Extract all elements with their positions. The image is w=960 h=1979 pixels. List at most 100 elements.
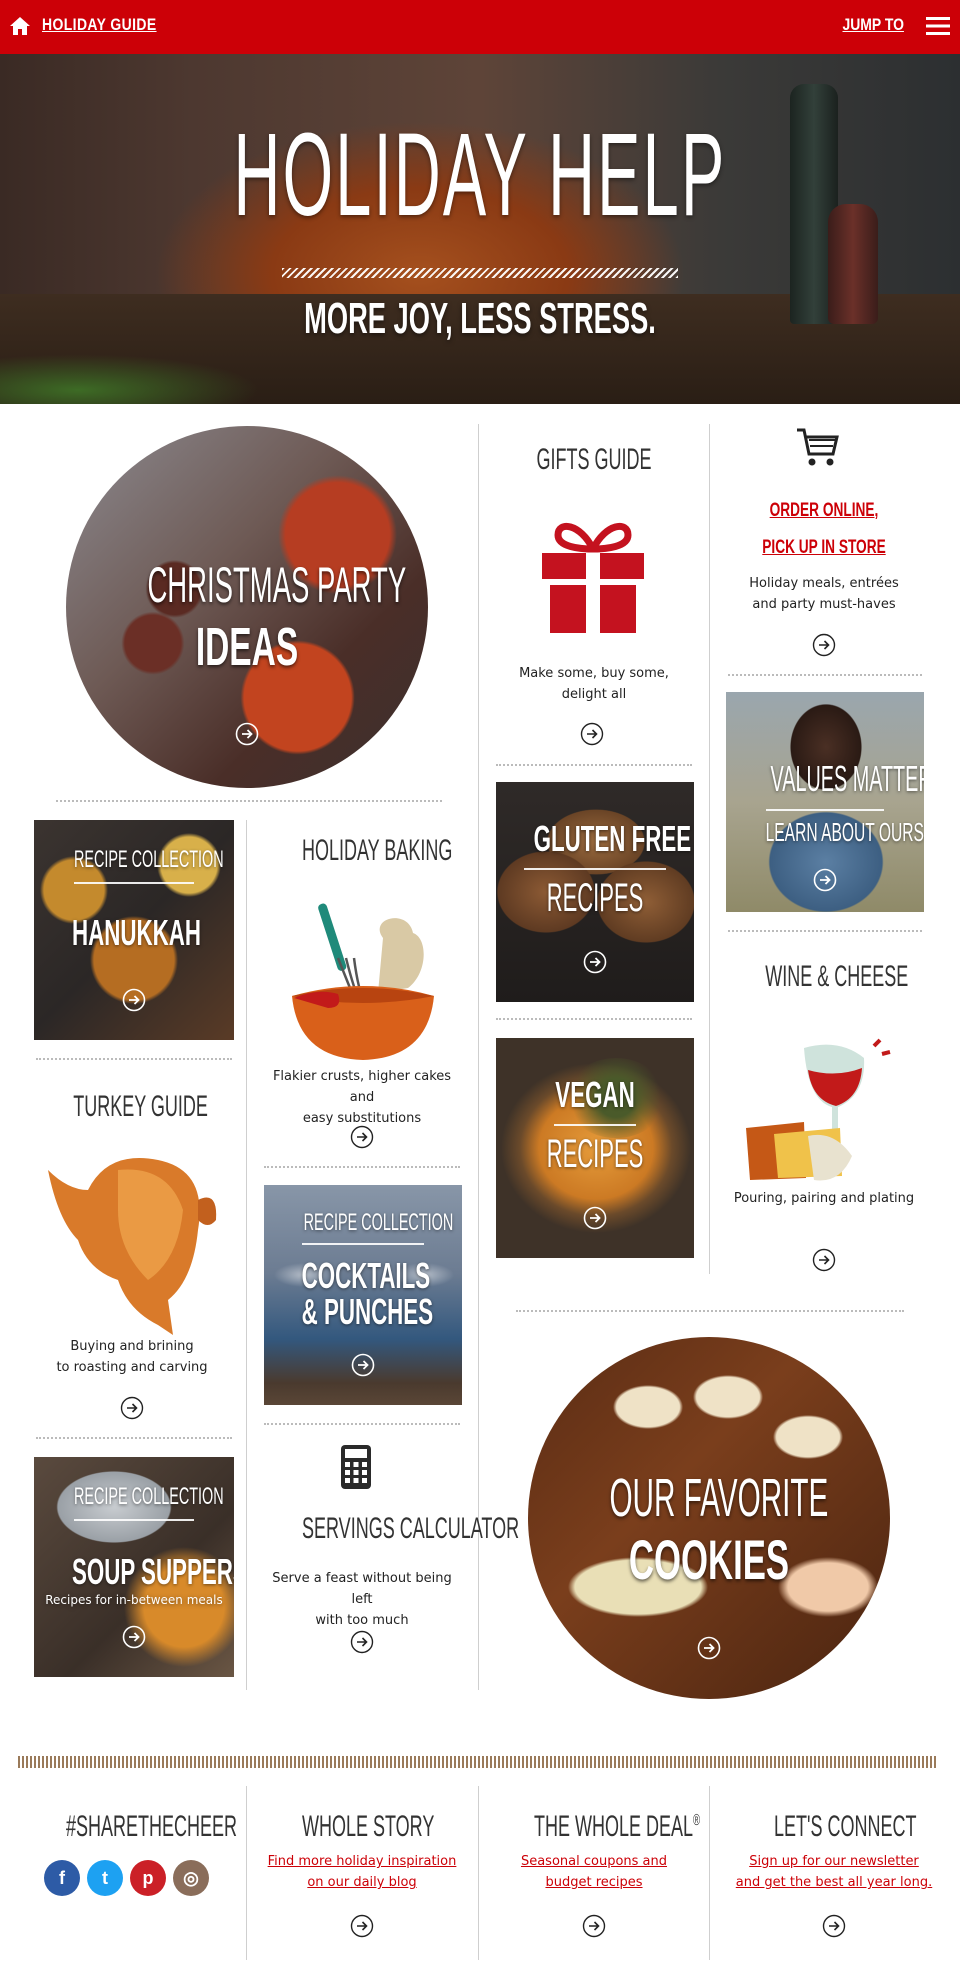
section-divider — [516, 1310, 904, 1312]
cart-icon[interactable] — [795, 426, 839, 468]
wine-caption: Pouring, pairing and plating — [733, 1191, 915, 1206]
cocktails-kicker: RECIPE COLLECTION — [303, 1209, 454, 1236]
arrow-right-icon[interactable] — [822, 1914, 846, 1938]
section-divider — [728, 930, 922, 932]
jump-to-link[interactable]: JUMP TO — [843, 15, 904, 35]
lets-connect-title[interactable]: LET'S CONNECT — [774, 1810, 916, 1844]
twitter-icon[interactable]: t — [87, 1860, 123, 1896]
arrow-right-icon[interactable] — [122, 988, 146, 1012]
pinterest-icon[interactable]: p — [130, 1860, 166, 1896]
arrow-right-icon[interactable] — [583, 1206, 607, 1230]
hanukkah-rule — [74, 882, 194, 884]
arrow-right-icon[interactable] — [350, 1630, 374, 1654]
arrow-right-icon[interactable] — [812, 633, 836, 657]
menu-icon[interactable] — [926, 15, 950, 37]
hero-herbs — [0, 354, 260, 404]
registered-mark: ® — [693, 1812, 701, 1829]
soup-kicker: RECIPE COLLECTION — [74, 1483, 224, 1510]
turkey-guide-title[interactable]: TURKEY GUIDE — [73, 1090, 208, 1124]
top-nav-bar: HOLIDAY GUIDE JUMP TO — [0, 0, 960, 54]
vegan-line1: VEGAN — [555, 1074, 635, 1115]
christmas-party-ideas-tile[interactable]: CHRISTMAS PARTY IDEAS — [66, 426, 428, 788]
pick-up-in-store-link[interactable]: PICK UP IN STORE — [753, 537, 894, 559]
arrow-right-icon[interactable] — [120, 1396, 144, 1420]
christmas-line2: IDEAS — [195, 617, 299, 677]
gifts-caption: Make some, buy some, delight all — [519, 666, 669, 702]
whole-story-link[interactable]: Find more holiday inspiration on our dail… — [254, 1851, 470, 1893]
holiday-guide-link[interactable]: HOLIDAY GUIDE — [42, 15, 157, 35]
arrow-right-icon[interactable] — [350, 1125, 374, 1149]
section-divider — [496, 1018, 692, 1020]
section-divider — [728, 674, 922, 676]
whole-story-title[interactable]: WHOLE STORY — [302, 1810, 434, 1844]
values-line2: LEARN ABOUT OURS — [765, 817, 924, 847]
cookies-line1: OUR FAVORITE — [609, 1468, 829, 1528]
cocktails-punches-tile[interactable]: RECIPE COLLECTION COCKTAILS & PUNCHES — [264, 1185, 462, 1405]
values-rule — [766, 809, 884, 811]
soup-suppers-tile[interactable]: RECIPE COLLECTION SOUP SUPPERS Recipes f… — [34, 1457, 234, 1677]
column-divider — [478, 424, 479, 1690]
cocktails-rule — [302, 1243, 424, 1245]
arrow-right-icon[interactable] — [350, 1914, 374, 1938]
servings-calculator-title[interactable]: SERVINGS CALCULATOR — [302, 1512, 519, 1546]
arrow-right-icon[interactable] — [813, 868, 837, 892]
home-icon[interactable] — [8, 14, 32, 38]
arrow-right-icon[interactable] — [235, 722, 259, 746]
section-divider — [264, 1423, 460, 1425]
arrow-right-icon[interactable] — [697, 1636, 721, 1660]
vegan-rule — [554, 1124, 636, 1126]
share-the-cheer-title[interactable]: #SHARETHECHEER — [66, 1810, 237, 1844]
hero-title: HOLIDAY HELP — [233, 109, 727, 241]
arrow-right-icon[interactable] — [122, 1625, 146, 1649]
footer-divider — [709, 1786, 710, 1960]
soup-title: SOUP SUPPERS — [72, 1551, 234, 1592]
hero-banner[interactable]: HOLIDAY HELP MORE JOY, LESS STRESS. — [0, 54, 960, 404]
wine-cheese-title[interactable]: WINE & CHEESE — [765, 960, 908, 994]
cocktails-line2: & PUNCHES — [301, 1291, 434, 1332]
section-divider — [56, 800, 442, 802]
wine-cheese-illustration[interactable] — [744, 1038, 906, 1188]
hero-subtitle: MORE JOY, LESS STRESS. — [304, 294, 656, 343]
values-matter-tile[interactable]: VALUES MATTER LEARN ABOUT OURS — [726, 692, 924, 912]
whole-deal-title[interactable]: THE WHOLE DEAL® — [534, 1810, 700, 1844]
section-divider — [36, 1058, 232, 1060]
turkey-illustration[interactable] — [48, 1150, 218, 1340]
hanukkah-tile[interactable]: RECIPE COLLECTION HANUKKAH — [34, 820, 234, 1040]
order-online-link[interactable]: ORDER ONLINE, — [753, 500, 894, 522]
footer-dotted-band — [18, 1756, 938, 1768]
calculator-icon[interactable] — [340, 1444, 372, 1490]
column-divider — [709, 424, 710, 1274]
christmas-line1: CHRISTMAS PARTY — [147, 557, 407, 613]
arrow-right-icon[interactable] — [580, 722, 604, 746]
gifts-guide-title[interactable]: GIFTS GUIDE — [534, 443, 654, 477]
vegan-line2: RECIPES — [546, 1132, 644, 1176]
section-divider — [496, 764, 692, 766]
hanukkah-title: HANUKKAH — [72, 912, 201, 953]
hero-pepper-mill — [828, 204, 878, 324]
facebook-icon[interactable]: f — [44, 1860, 80, 1896]
turkey-caption: Buying and brining to roasting and carvin… — [56, 1339, 208, 1375]
favorite-cookies-tile[interactable]: OUR FAVORITE COOKIES — [528, 1337, 890, 1699]
holiday-baking-title[interactable]: HOLIDAY BAKING — [302, 834, 452, 868]
hanukkah-kicker: RECIPE COLLECTION — [74, 846, 224, 873]
baking-caption: Flakier crusts, higher cakes and easy sub… — [272, 1069, 452, 1126]
vegan-recipes-tile[interactable]: VEGAN RECIPES — [496, 1038, 694, 1258]
column-divider — [246, 820, 247, 1690]
mixing-bowl-illustration[interactable] — [288, 898, 438, 1063]
gluten-free-line2: RECIPES — [546, 876, 644, 920]
section-divider — [264, 1166, 460, 1168]
whole-deal-link[interactable]: Seasonal coupons and budget recipes — [486, 1851, 702, 1893]
arrow-right-icon[interactable] — [582, 1914, 606, 1938]
arrow-right-icon[interactable] — [351, 1353, 375, 1377]
gift-icon[interactable] — [540, 515, 646, 635]
newsletter-signup-link[interactable]: Sign up for our newsletter and get the be… — [726, 1851, 942, 1893]
arrow-right-icon[interactable] — [583, 950, 607, 974]
cookies-line2: COOKIES — [628, 1528, 790, 1591]
footer-divider — [246, 1786, 247, 1960]
soup-rule — [74, 1519, 194, 1521]
section-divider — [36, 1437, 232, 1439]
footer-divider — [478, 1786, 479, 1960]
arrow-right-icon[interactable] — [812, 1248, 836, 1272]
instagram-icon[interactable]: ◎ — [173, 1860, 209, 1896]
gluten-free-recipes-tile[interactable]: GLUTEN FREE RECIPES — [496, 782, 694, 1002]
